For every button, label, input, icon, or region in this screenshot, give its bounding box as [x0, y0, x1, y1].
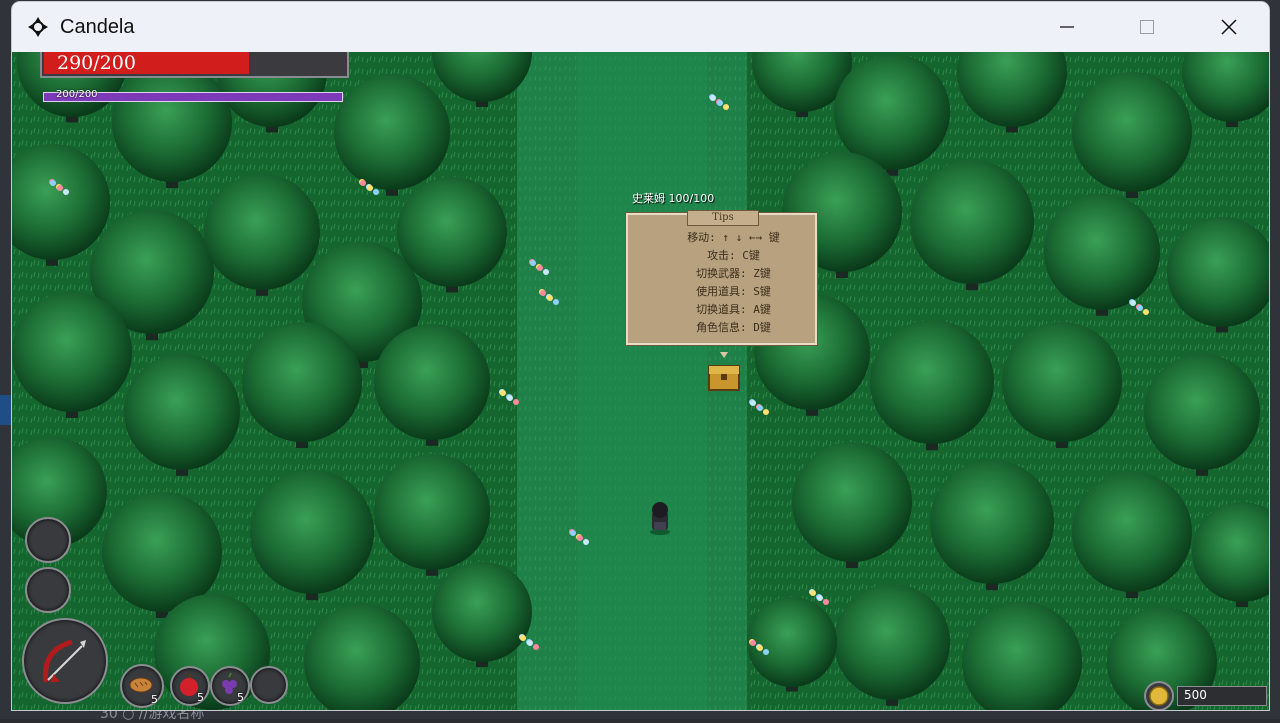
game-canvas[interactable]: 290/200 200/200 史莱姆 100/100 Tips 移动: ↑ ↓…	[12, 52, 1269, 710]
tips-panel: Tips 移动: ↑ ↓ ←→ 键 攻击: C键 切换武器: Z键 使用道具: …	[626, 210, 817, 345]
flower	[1130, 300, 1136, 306]
title-bar[interactable]: Candela	[12, 2, 1269, 52]
window-title: Candela	[60, 15, 135, 38]
flower	[1143, 309, 1149, 315]
tip-line: 角色信息: D键	[696, 321, 771, 334]
desktop-strip	[0, 395, 12, 425]
flower	[717, 100, 723, 106]
flower	[547, 295, 553, 301]
skill-slot-1[interactable]	[25, 517, 71, 563]
flower	[757, 645, 763, 651]
flower	[543, 269, 549, 275]
flower	[583, 539, 589, 545]
flower	[367, 185, 373, 191]
skill-slot-2[interactable]	[25, 567, 71, 613]
flower	[823, 599, 829, 605]
hp-text: 290/200	[57, 52, 136, 74]
flower	[570, 530, 576, 536]
close-button[interactable]	[1197, 2, 1261, 52]
item-slot-empty[interactable]	[250, 666, 288, 704]
flower	[50, 180, 56, 186]
item-count: 5	[151, 693, 158, 706]
tip-line: 使用道具: S键	[696, 285, 771, 298]
flower	[527, 640, 533, 646]
flower	[763, 409, 769, 415]
gold-counter: 500	[1177, 686, 1267, 706]
item-slot-apple[interactable]: 5	[170, 666, 210, 706]
flower	[533, 644, 539, 650]
mp-text: 200/200	[56, 89, 98, 100]
maximize-icon	[1140, 20, 1154, 34]
flower	[1137, 305, 1143, 311]
flower	[530, 260, 536, 266]
hp-bar: 290/200	[40, 52, 349, 78]
tip-line: 攻击: C键	[707, 249, 760, 262]
weapon-slot[interactable]	[22, 618, 108, 704]
gold-amount: 500	[1184, 688, 1207, 702]
flower	[750, 640, 756, 646]
item-slot-grape[interactable]: 5	[210, 666, 250, 706]
slime-name-hp: 史莱姆 100/100	[632, 192, 715, 205]
flower	[513, 399, 519, 405]
tip-line: 切换道具: A键	[696, 303, 771, 316]
flower	[763, 649, 769, 655]
flower	[63, 189, 69, 195]
crosshair-icon	[28, 17, 48, 37]
tips-title: Tips	[687, 210, 759, 226]
flower	[373, 189, 379, 195]
flower	[520, 635, 526, 641]
bow-icon	[43, 639, 86, 683]
flower	[500, 390, 506, 396]
flower	[57, 185, 63, 191]
close-icon	[1221, 19, 1237, 35]
flower	[360, 180, 366, 186]
coin-icon	[1144, 681, 1174, 710]
flower	[750, 400, 756, 406]
item-slot-bread[interactable]: 5	[120, 664, 164, 708]
flower	[537, 265, 543, 271]
forest-map	[12, 52, 1269, 710]
flower	[553, 299, 559, 305]
minimize-icon	[1060, 26, 1074, 28]
flower	[817, 595, 823, 601]
maximize-button[interactable]	[1115, 2, 1179, 52]
item-count: 5	[237, 691, 244, 704]
tip-line: 移动: ↑ ↓ ←→ 键	[687, 231, 780, 244]
player-character	[650, 502, 670, 535]
game-window: Candela 290/200 200/200 史莱姆 100/100 Tips…	[12, 2, 1269, 710]
flower	[507, 395, 513, 401]
flower	[710, 95, 716, 101]
tip-line: 切换武器: Z键	[696, 267, 771, 280]
flower	[540, 290, 546, 296]
flower	[723, 104, 729, 110]
item-count: 5	[197, 691, 204, 704]
flower	[810, 590, 816, 596]
minimize-button[interactable]	[1035, 2, 1099, 52]
flower	[577, 535, 583, 541]
flower	[757, 405, 763, 411]
